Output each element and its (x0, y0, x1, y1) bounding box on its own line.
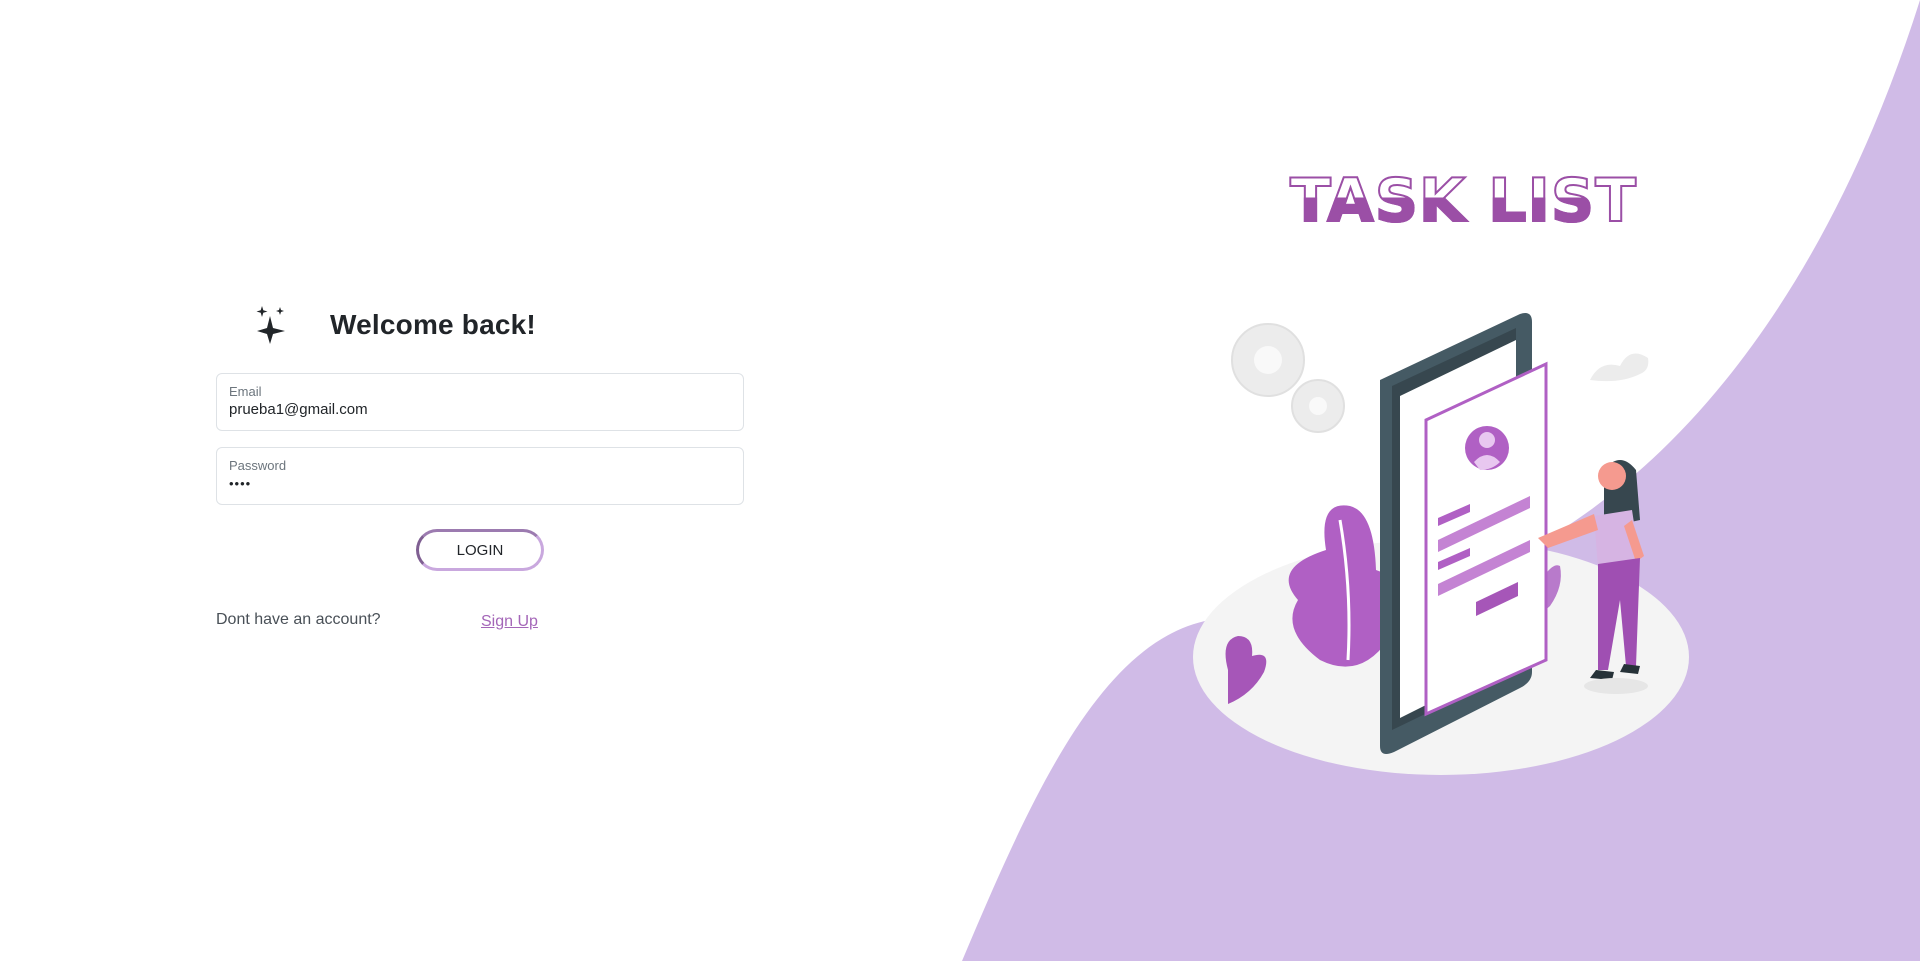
password-input[interactable]: •••• (229, 476, 251, 491)
app-title: TASK LIST (1289, 165, 1637, 237)
password-label: Password (229, 458, 287, 473)
page-title: Welcome back! (330, 309, 536, 340)
login-button-row: LOGIN (216, 529, 744, 571)
login-page: Welcome back! Email Password •••• LOGIN … (0, 0, 1920, 961)
email-field[interactable]: Email (216, 373, 744, 431)
login-form: Welcome back! Email Password •••• LOGIN … (216, 300, 744, 635)
email-label: Email (229, 384, 262, 399)
email-input[interactable] (229, 401, 729, 418)
sparkles-icon (256, 306, 285, 344)
signup-link[interactable]: Sign Up (481, 613, 538, 631)
login-button[interactable]: LOGIN (416, 529, 544, 571)
gear-icon (1231, 323, 1345, 433)
welcome-header: Welcome back! (216, 300, 744, 350)
password-field[interactable]: Password •••• (216, 447, 744, 505)
signup-prompt: Dont have an account? (216, 611, 381, 628)
signup-row: Dont have an account? Sign Up (216, 611, 744, 635)
phone-illustration (1193, 313, 1689, 775)
